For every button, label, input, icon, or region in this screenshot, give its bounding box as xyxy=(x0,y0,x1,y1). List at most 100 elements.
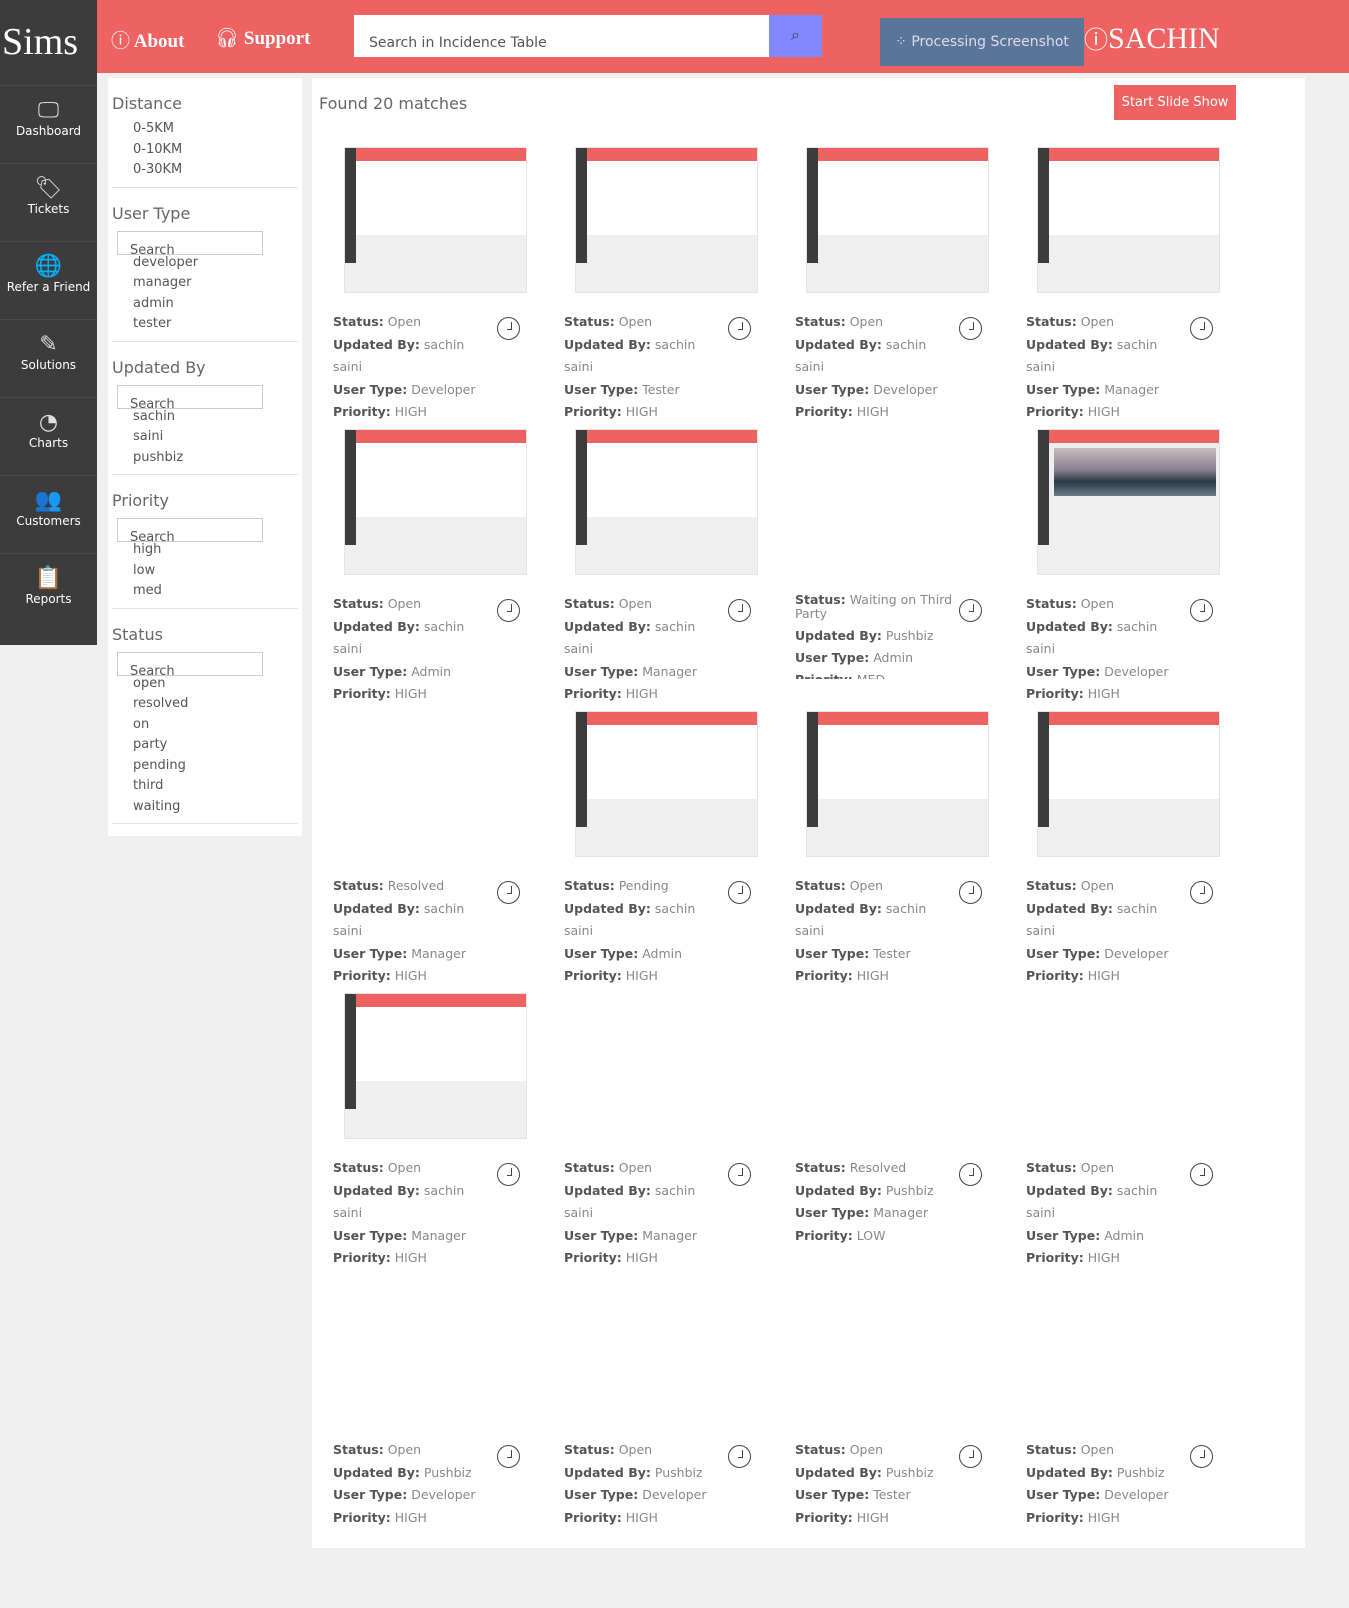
clock-icon[interactable] xyxy=(728,1445,751,1468)
field-value: Developer xyxy=(873,381,938,397)
field-label: User Type: xyxy=(1026,1487,1101,1502)
sidebar-item-tickets[interactable]: 🏷 Tickets xyxy=(0,163,97,241)
sidebar-item-dashboard[interactable]: 🖵 Dashboard xyxy=(0,85,97,163)
filter-option[interactable]: on xyxy=(112,717,298,738)
field-value: Resolved xyxy=(849,1160,907,1175)
clock-icon[interactable] xyxy=(959,599,982,622)
filter-option[interactable]: saini xyxy=(112,429,298,450)
screenshot-thumbnail[interactable] xyxy=(344,993,527,1139)
screenshot-thumbnail[interactable] xyxy=(1037,711,1220,857)
clock-icon[interactable] xyxy=(728,599,751,622)
clock-icon[interactable] xyxy=(1190,317,1213,340)
filter-option[interactable]: high xyxy=(112,542,298,563)
user-menu[interactable]: ⓘSACHIN xyxy=(1084,20,1220,56)
filter-search-input[interactable]: Search xyxy=(117,518,263,544)
filter-option[interactable]: manager xyxy=(112,275,298,296)
field-label: Updated By: xyxy=(1026,1464,1113,1480)
screenshot-thumbnail[interactable] xyxy=(1037,147,1220,293)
screenshot-thumbnail[interactable] xyxy=(806,711,989,857)
card-usertype: User Type: Tester xyxy=(564,379,724,402)
field-value: LOW xyxy=(856,1227,886,1243)
filter-search-input[interactable]: Search xyxy=(117,230,263,257)
start-slideshow-button[interactable]: Start Slide Show xyxy=(1114,85,1236,120)
sidebar-item-customers[interactable]: 👥 Customers xyxy=(0,475,97,553)
sidebar-item-refer-a-friend[interactable]: 🌐 Refer a Friend xyxy=(0,241,97,319)
clock-icon[interactable] xyxy=(1190,599,1213,622)
about-link[interactable]: ⓘ About xyxy=(111,26,184,53)
clock-icon[interactable] xyxy=(728,1163,751,1186)
filter-option[interactable]: pending xyxy=(112,758,298,779)
filter-option[interactable]: low xyxy=(112,563,298,584)
thumb-content xyxy=(818,161,988,235)
filter-option[interactable]: third xyxy=(112,778,298,799)
field-label: Status: xyxy=(795,878,846,893)
clock-icon[interactable] xyxy=(497,1445,520,1468)
card-status: Status: Open xyxy=(1026,875,1186,898)
clock-icon[interactable] xyxy=(1190,1445,1213,1468)
screenshot-thumbnail[interactable] xyxy=(806,147,989,293)
field-value: Open xyxy=(849,878,884,893)
clock-icon[interactable] xyxy=(959,1163,982,1186)
screenshot-thumbnail[interactable] xyxy=(575,147,758,293)
clock-icon[interactable] xyxy=(497,881,520,904)
field-value: Resolved xyxy=(387,878,445,893)
clock-icon[interactable] xyxy=(497,1163,520,1186)
filter-option[interactable]: pushbiz xyxy=(112,450,298,471)
filter-option[interactable]: 0-30KM xyxy=(112,162,298,183)
filter-option[interactable]: developer xyxy=(112,255,298,276)
field-label: Priority: xyxy=(795,672,853,680)
clock-icon[interactable] xyxy=(497,317,520,340)
field-label: Status: xyxy=(1026,1160,1077,1175)
field-label: Priority: xyxy=(795,1227,853,1243)
filter-option[interactable]: sachin xyxy=(112,409,298,430)
screenshot-thumbnail[interactable] xyxy=(344,429,527,575)
filter-option[interactable]: admin xyxy=(112,296,298,317)
card-status: Status: Open xyxy=(333,1157,493,1180)
sidebar-item-reports[interactable]: 📋 Reports xyxy=(0,553,97,631)
filter-option[interactable]: 0-10KM xyxy=(112,142,298,163)
field-value: Manager xyxy=(642,663,697,679)
card-info: Status: Open Updated By: sachin saini User… xyxy=(1026,311,1186,424)
thumb-header xyxy=(807,712,988,725)
thumb-sidebar xyxy=(807,712,818,827)
app-logo[interactable]: Sims xyxy=(0,0,97,85)
clock-icon[interactable] xyxy=(497,599,520,622)
clock-icon[interactable] xyxy=(728,881,751,904)
filter-option[interactable]: party xyxy=(112,737,298,758)
clock-icon[interactable] xyxy=(1190,1163,1213,1186)
filter-panel: Distance 0-5KM 0-10KM 0-30KM User Type Search… xyxy=(108,78,302,836)
filter-option[interactable]: med xyxy=(112,583,298,604)
clock-icon[interactable] xyxy=(959,1445,982,1468)
field-value: Pending xyxy=(618,878,669,893)
card-usertype: User Type: Manager xyxy=(564,1225,724,1248)
filter-option[interactable]: 0-5KM xyxy=(112,121,298,142)
search-button[interactable]: ⌕ xyxy=(769,15,822,57)
filter-option[interactable]: open xyxy=(112,676,298,697)
field-label: Status: xyxy=(1026,878,1077,893)
screenshot-thumbnail[interactable] xyxy=(1037,429,1220,575)
screenshot-thumbnail[interactable] xyxy=(575,429,758,575)
processing-screenshot-button[interactable]: ⁘ Processing Screenshot xyxy=(880,18,1084,66)
field-label: User Type: xyxy=(795,1487,870,1502)
filter-option[interactable]: resolved xyxy=(112,696,298,717)
field-label: Updated By: xyxy=(564,336,651,352)
screenshot-thumbnail[interactable] xyxy=(344,147,527,293)
clock-icon[interactable] xyxy=(959,881,982,904)
field-label: Priority: xyxy=(1026,1509,1084,1525)
field-label: Updated By: xyxy=(333,336,420,352)
field-value: HIGH xyxy=(625,404,658,419)
filter-option[interactable]: waiting xyxy=(112,799,298,820)
search-input[interactable]: Search in Incidence Table xyxy=(354,15,770,57)
field-value: Developer xyxy=(1104,663,1169,679)
clock-icon[interactable] xyxy=(959,317,982,340)
screenshot-thumbnail[interactable] xyxy=(575,711,758,857)
filter-search-input[interactable]: Search xyxy=(117,651,263,678)
filter-search-input[interactable]: Search xyxy=(117,384,263,411)
support-link[interactable]: 🎧︎ Support xyxy=(215,26,310,50)
about-label: About xyxy=(133,31,185,52)
clock-icon[interactable] xyxy=(728,317,751,340)
sidebar-item-charts[interactable]: ◔ Charts xyxy=(0,397,97,475)
sidebar-item-solutions[interactable]: ✎ Solutions xyxy=(0,319,97,397)
filter-option[interactable]: tester xyxy=(112,316,298,337)
clock-icon[interactable] xyxy=(1190,881,1213,904)
